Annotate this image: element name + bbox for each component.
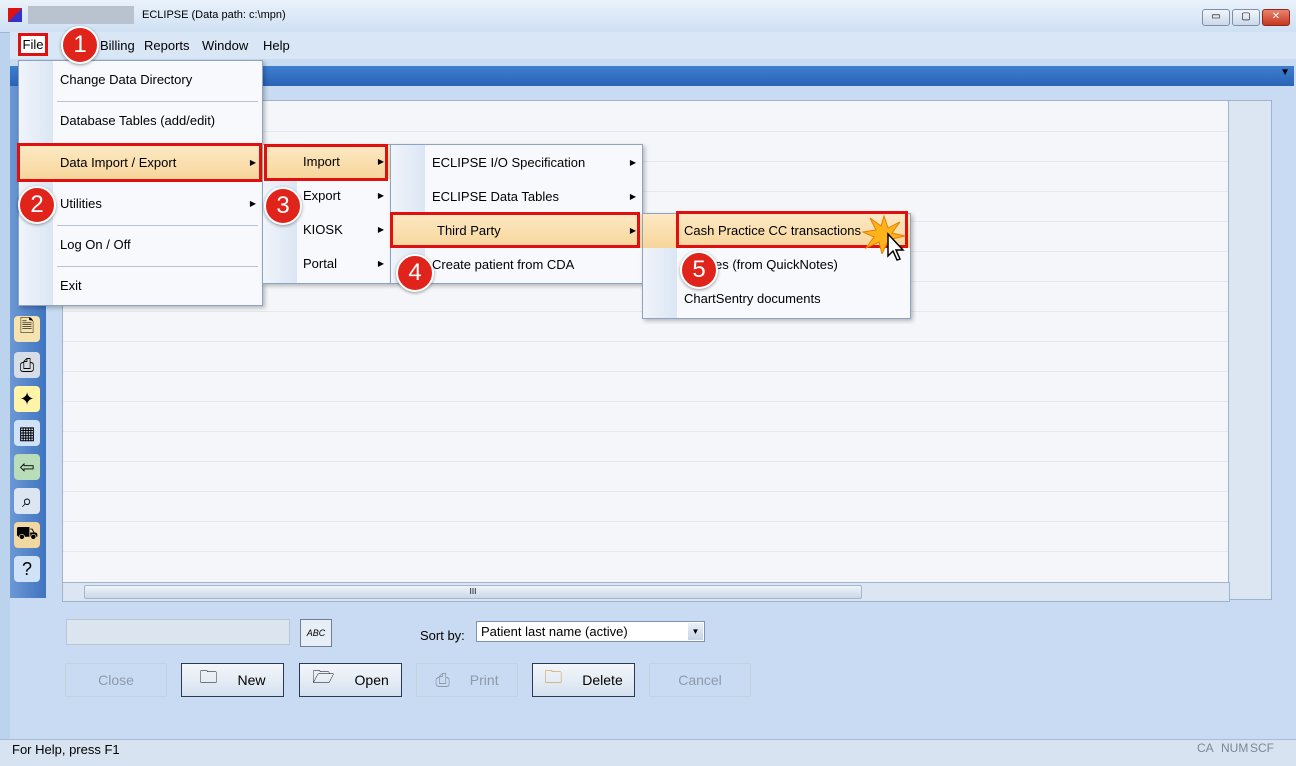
new-button[interactable]: 🗀 New xyxy=(181,663,284,697)
open-button[interactable]: 🗁 Open xyxy=(299,663,402,697)
callout-4: 4 xyxy=(396,254,434,292)
cancel-label: Cancel xyxy=(678,672,722,688)
scroll-indicator: SCF xyxy=(1250,741,1274,755)
menu-window[interactable]: Window xyxy=(202,38,248,53)
menu-file[interactable]: File xyxy=(18,33,48,56)
highlight-box-2 xyxy=(17,143,262,182)
close-label: Close xyxy=(98,672,134,688)
file-menu: Change Data Directory Database Tables (a… xyxy=(18,60,263,306)
menu-item-eclipse-io-spec[interactable]: ECLIPSE I/O Specification ▶ xyxy=(391,146,642,180)
help-book-icon[interactable]: ? xyxy=(14,556,40,582)
menu-item-portal[interactable]: Portal ▶ xyxy=(263,247,390,281)
close-button[interactable]: Close xyxy=(65,663,167,697)
import-icon[interactable]: ⇦ xyxy=(14,454,40,480)
menu-item-eclipse-data-tables[interactable]: ECLIPSE Data Tables ▶ xyxy=(391,180,642,214)
title-redacted xyxy=(28,6,134,24)
delete-folder-icon: 🗀 xyxy=(544,667,563,687)
callout-3: 3 xyxy=(264,187,302,225)
abc-icon[interactable]: ABC xyxy=(300,619,332,647)
scroll-thumb[interactable]: III xyxy=(84,585,862,599)
sort-select[interactable]: Patient last name (active) xyxy=(476,621,705,642)
status-help-text: For Help, press F1 xyxy=(12,742,120,757)
menu-reports[interactable]: Reports xyxy=(144,38,190,53)
cancel-button[interactable]: Cancel xyxy=(649,663,751,697)
printer-icon: ⎙ xyxy=(435,669,450,690)
menu-item-database-tables[interactable]: Database Tables (add/edit) xyxy=(19,104,262,138)
status-bar xyxy=(0,739,1296,766)
callout-1: 1 xyxy=(61,26,99,64)
chevron-down-icon[interactable]: ▼ xyxy=(688,623,703,640)
print-label: Print xyxy=(469,672,499,688)
delete-button[interactable]: 🗀 Delete xyxy=(532,663,635,697)
chevron-down-icon[interactable]: ▼ xyxy=(1280,67,1290,78)
open-folder-icon: 🗁 xyxy=(312,667,335,687)
folder-icon: 🗀 xyxy=(199,667,218,687)
menu-item-log-on-off[interactable]: Log On / Off xyxy=(19,228,262,262)
callout-2: 2 xyxy=(18,186,56,224)
search-docs-icon[interactable]: ⌕ xyxy=(14,488,40,514)
delete-label: Delete xyxy=(582,672,623,688)
minimize-button[interactable]: ▭ xyxy=(1202,9,1230,26)
schedule-icon[interactable]: ▦ xyxy=(14,420,40,446)
open-label: Open xyxy=(354,672,389,688)
new-label: New xyxy=(237,672,266,688)
menu-item-change-data-directory[interactable]: Change Data Directory xyxy=(19,63,262,97)
cart-icon[interactable]: ⛟ xyxy=(14,522,40,548)
restore-button[interactable]: ▢ xyxy=(1232,9,1260,26)
vertical-scrollbar[interactable] xyxy=(1228,100,1272,600)
search-input[interactable] xyxy=(66,619,290,645)
highlight-box-4 xyxy=(390,212,640,248)
scanner-icon[interactable]: ⎙ xyxy=(14,352,40,378)
callout-5: 5 xyxy=(680,251,718,289)
lightbulb-icon[interactable]: ✦ xyxy=(14,386,40,412)
menu-help[interactable]: Help xyxy=(263,38,290,53)
window-title: ECLIPSE (Data path: c:\mpn) xyxy=(142,9,286,21)
menu-item-exit[interactable]: Exit xyxy=(19,269,262,303)
app-icon[interactable] xyxy=(8,8,22,22)
caps-indicator: CA xyxy=(1197,741,1214,755)
menu-item-chartsentry[interactable]: ChartSentry documents xyxy=(643,282,910,316)
menu-billing[interactable]: Billing xyxy=(100,38,135,53)
sort-label: Sort by: xyxy=(420,628,465,643)
num-indicator: NUM xyxy=(1221,741,1249,755)
highlight-box-3 xyxy=(264,144,388,181)
cursor-icon xyxy=(887,232,905,261)
print-button[interactable]: ⎙ Print xyxy=(416,663,518,697)
close-window-button[interactable]: ✕ xyxy=(1262,9,1290,26)
document-icon[interactable]: 🗎 xyxy=(14,316,40,342)
